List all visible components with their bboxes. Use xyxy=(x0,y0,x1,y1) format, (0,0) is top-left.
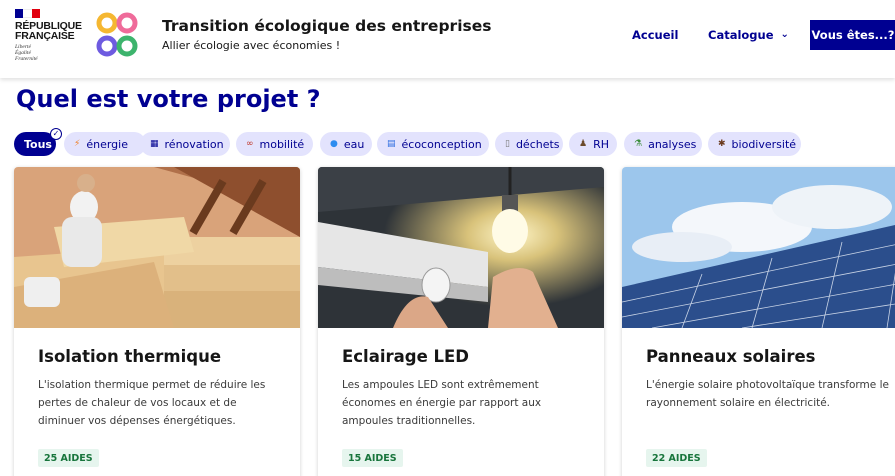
devise-fraternite: Fraternité xyxy=(15,56,38,62)
project-card-led[interactable]: Eclairage LED Les ampoules LED sont extr… xyxy=(318,167,604,476)
page-title: Quel est votre projet ? xyxy=(16,85,321,113)
chevron-down-icon: ⌄ xyxy=(780,28,789,40)
filter-chip-label: biodiversité xyxy=(731,137,797,151)
aides-count-badge: 22 AIDES xyxy=(646,449,707,467)
nav-home-label: Accueil xyxy=(632,28,679,42)
project-card-solaire[interactable]: Panneaux solaires L'énergie solaire phot… xyxy=(622,167,895,476)
republique-francaise-logo[interactable]: RÉPUBLIQUE FRANÇAISE Liberté Égalité Fra… xyxy=(15,9,85,62)
vous-etes-button[interactable]: Vous êtes...? xyxy=(810,20,895,50)
filter-chip-label: écoconception xyxy=(401,137,482,151)
insulation-photo xyxy=(14,167,300,328)
nav-catalog-dropdown[interactable]: Catalogue ⌄ xyxy=(708,28,789,42)
project-card-isolation[interactable]: Isolation thermique L'isolation thermiqu… xyxy=(14,167,300,476)
filter-chip-label: RH xyxy=(593,137,609,151)
filter-chip-rh[interactable]: ♟ RH xyxy=(569,132,617,156)
filter-chip-renovation[interactable]: ▦ rénovation xyxy=(140,132,230,156)
filter-chip-label: énergie xyxy=(86,137,128,151)
site-logo-icon[interactable] xyxy=(94,12,140,58)
filter-chip-label: Tous xyxy=(24,137,52,151)
card-description: L'énergie solaire photovoltaïque transfo… xyxy=(646,379,889,409)
bug-icon: ✱ xyxy=(718,139,726,149)
aides-count-badge: 25 AIDES xyxy=(38,449,99,467)
nav-home-link[interactable]: Accueil xyxy=(632,28,678,42)
card-description: Les ampoules LED sont extrêmement économ… xyxy=(342,379,542,427)
filter-chip-analyses[interactable]: ⚗ analyses xyxy=(624,132,702,156)
document-icon: ▤ xyxy=(387,139,396,149)
site-title[interactable]: Transition écologique des entreprises xyxy=(162,17,491,35)
filter-chip-label: eau xyxy=(343,137,365,151)
nav-catalog-label: Catalogue xyxy=(708,28,774,42)
filter-chip-mobilite[interactable]: ∞ mobilité xyxy=(236,132,313,156)
republique-line-2: FRANÇAISE xyxy=(15,30,75,42)
filter-chip-label: rénovation xyxy=(164,137,224,151)
filter-chip-eau[interactable]: ● eau xyxy=(320,132,372,156)
filter-chip-label: déchets xyxy=(515,137,560,151)
card-title[interactable]: Eclairage LED xyxy=(342,347,469,366)
devise: Liberté Égalité Fraternité xyxy=(15,44,85,62)
water-drop-icon: ● xyxy=(330,139,338,149)
filter-chip-energie[interactable]: ⚡ énergie xyxy=(64,132,146,156)
site-header: RÉPUBLIQUE FRANÇAISE Liberté Égalité Fra… xyxy=(0,0,895,78)
filter-chip-tous[interactable]: Tous ✓ xyxy=(14,128,62,156)
site-tagline: Allier écologie avec économies ! xyxy=(162,39,341,52)
filter-chip-biodiversite[interactable]: ✱ biodiversité xyxy=(708,132,801,156)
lightning-icon: ⚡ xyxy=(74,139,81,149)
card-description: L'isolation thermique permet de réduire … xyxy=(38,379,266,427)
person-icon: ♟ xyxy=(579,139,588,149)
bin-icon: ▯ xyxy=(505,139,510,149)
filter-chip-label: mobilité xyxy=(259,137,305,151)
solar-panels-photo xyxy=(622,167,895,328)
french-flag-icon xyxy=(15,9,40,18)
check-circle-icon: ✓ xyxy=(50,128,62,140)
microscope-icon: ⚗ xyxy=(634,139,643,149)
card-title[interactable]: Panneaux solaires xyxy=(646,347,816,366)
card-title[interactable]: Isolation thermique xyxy=(38,347,221,366)
filter-chip-ecoconception[interactable]: ▤ écoconception xyxy=(377,132,489,156)
building-icon: ▦ xyxy=(150,139,159,149)
filter-chip-dechets[interactable]: ▯ déchets xyxy=(495,132,563,156)
aides-count-badge: 15 AIDES xyxy=(342,449,403,467)
led-bulbs-photo xyxy=(318,167,604,328)
filter-chip-label: analyses xyxy=(648,137,697,151)
bicycle-icon: ∞ xyxy=(246,139,254,149)
